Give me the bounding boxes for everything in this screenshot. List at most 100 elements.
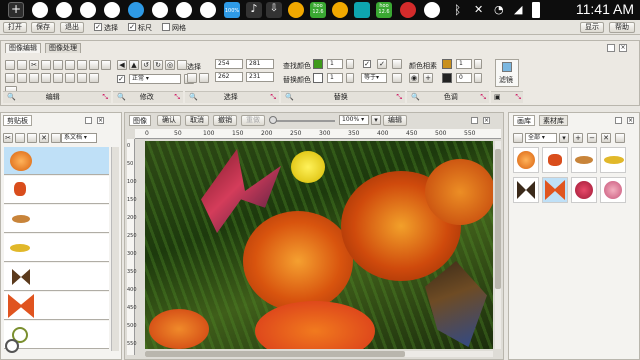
stepper-icon[interactable]	[474, 59, 482, 69]
library-item[interactable]	[542, 177, 568, 203]
cancel-button[interactable]: 取消	[185, 115, 209, 126]
resize-icon[interactable]	[177, 60, 187, 70]
library-item[interactable]	[600, 147, 626, 173]
photo-icon[interactable]	[41, 73, 51, 83]
flip-vertical-icon[interactable]: ▲	[129, 60, 139, 70]
tab-image-process[interactable]: 图像处理	[45, 43, 81, 53]
blend-mode-select[interactable]: 正常 ▾	[129, 74, 181, 84]
cut-icon[interactable]: ✂	[3, 133, 13, 143]
zoom-select[interactable]: 100% ▾	[339, 115, 369, 125]
find-checkbox[interactable]: ✓	[363, 60, 371, 68]
grid-view-icon[interactable]	[615, 133, 625, 143]
minimize-icon[interactable]	[85, 117, 92, 124]
expand-icon[interactable]: ⤡	[102, 92, 108, 103]
minimize-icon[interactable]	[615, 117, 622, 124]
cut-icon[interactable]: ✂	[29, 60, 39, 70]
scroll-thumb[interactable]	[495, 149, 501, 289]
copy-icon[interactable]	[17, 60, 27, 70]
tone-field-2[interactable]: 0	[456, 73, 472, 83]
remove-icon[interactable]: −	[587, 133, 597, 143]
undo-button[interactable]: 撤销	[213, 115, 237, 126]
tone-dark-swatch[interactable]	[442, 73, 452, 83]
close-icon[interactable]: ×	[483, 117, 490, 124]
selection-y-field[interactable]: 281	[246, 59, 274, 69]
flip-horizontal-icon[interactable]: ◀	[117, 60, 127, 70]
expand-icon[interactable]: ⤡	[480, 92, 486, 103]
tone-color-swatch[interactable]	[442, 59, 452, 69]
zoom-slider-handle[interactable]	[269, 116, 277, 124]
selection-height-field[interactable]: 231	[246, 72, 274, 82]
mode-checkbox[interactable]: ✓	[117, 75, 125, 83]
tone-field-1[interactable]: 1	[456, 59, 472, 69]
clip-item[interactable]	[4, 147, 109, 175]
select-all-icon[interactable]	[53, 60, 63, 70]
text-icon[interactable]	[89, 60, 99, 70]
canvas-horizontal-scrollbar[interactable]	[145, 351, 493, 357]
library-item[interactable]	[513, 177, 539, 203]
add-icon[interactable]: +	[573, 133, 583, 143]
copy-icon[interactable]	[15, 133, 25, 143]
square-select-icon[interactable]	[187, 73, 197, 83]
add-icon[interactable]: +	[423, 73, 433, 83]
clip-item[interactable]	[4, 234, 109, 262]
close-icon[interactable]: ×	[619, 44, 627, 52]
save-button[interactable]: 保存	[31, 22, 55, 33]
minimize-icon[interactable]	[471, 117, 478, 124]
tab-gallery[interactable]: 画库	[513, 115, 535, 126]
tab-image-edit[interactable]: 图像编辑	[5, 43, 41, 53]
grid-icon[interactable]	[392, 59, 402, 69]
clip-item[interactable]	[4, 321, 109, 349]
target-icon[interactable]: ◉	[409, 73, 419, 83]
library-item[interactable]	[571, 147, 597, 173]
replace-color-swatch[interactable]	[313, 73, 323, 83]
rotate-right-icon[interactable]: ↻	[153, 60, 163, 70]
help-button[interactable]: 帮助	[609, 22, 635, 33]
expand-icon[interactable]: ⤡	[396, 92, 402, 103]
layer-icon[interactable]	[77, 60, 87, 70]
folder-icon[interactable]	[513, 133, 523, 143]
library-item[interactable]	[513, 147, 539, 173]
stepper-icon[interactable]	[474, 73, 482, 83]
grid-checkbox[interactable]	[162, 23, 170, 31]
filter-button[interactable]: 滤镜	[495, 59, 519, 87]
photo-icon[interactable]	[77, 73, 87, 83]
apply-check-icon[interactable]: ✓	[377, 59, 387, 69]
exit-button[interactable]: 退出	[60, 22, 84, 33]
crop-icon[interactable]	[65, 60, 75, 70]
rotate-left-icon[interactable]: ↺	[141, 60, 151, 70]
compare-select[interactable]: 等于▾	[361, 73, 387, 83]
photo-icon[interactable]	[29, 73, 39, 83]
delete-icon[interactable]: ✕	[39, 133, 49, 143]
close-icon[interactable]: ×	[97, 117, 104, 124]
grid-icon[interactable]	[392, 73, 402, 83]
zoom-slider[interactable]	[271, 120, 335, 122]
new-icon[interactable]	[5, 60, 15, 70]
photo-icon[interactable]	[5, 73, 15, 83]
expand-icon[interactable]: ⤡	[515, 92, 521, 103]
paste-icon[interactable]	[27, 133, 37, 143]
ruler-checkbox[interactable]: ✓	[128, 23, 136, 31]
find-tolerance-field[interactable]: 1	[327, 59, 343, 69]
tab-material-library[interactable]: 素材库	[539, 115, 568, 126]
library-item[interactable]	[600, 177, 626, 203]
delete-icon[interactable]: ✕	[601, 133, 611, 143]
edit-button[interactable]: 编辑	[383, 115, 407, 126]
clip-item[interactable]	[4, 176, 109, 204]
rect-select-icon[interactable]	[199, 73, 209, 83]
library-item[interactable]	[571, 177, 597, 203]
tab-image[interactable]: 图像	[129, 115, 151, 126]
show-button[interactable]: 显示	[580, 22, 604, 33]
chevron-down-icon[interactable]: ▾	[371, 115, 381, 125]
find-color-swatch[interactable]	[313, 59, 323, 69]
photo-icon[interactable]	[89, 73, 99, 83]
selection-width-field[interactable]: 262	[215, 72, 243, 82]
selection-x-field[interactable]: 254	[215, 59, 243, 69]
photo-icon[interactable]	[17, 73, 27, 83]
library-item[interactable]	[542, 147, 568, 173]
photo-icon[interactable]	[53, 73, 63, 83]
clip-item[interactable]	[4, 292, 109, 320]
redo-button[interactable]: 重做	[241, 115, 265, 126]
clip-item[interactable]	[4, 205, 109, 233]
minimize-icon[interactable]	[607, 44, 615, 52]
photo-icon[interactable]	[65, 73, 75, 83]
